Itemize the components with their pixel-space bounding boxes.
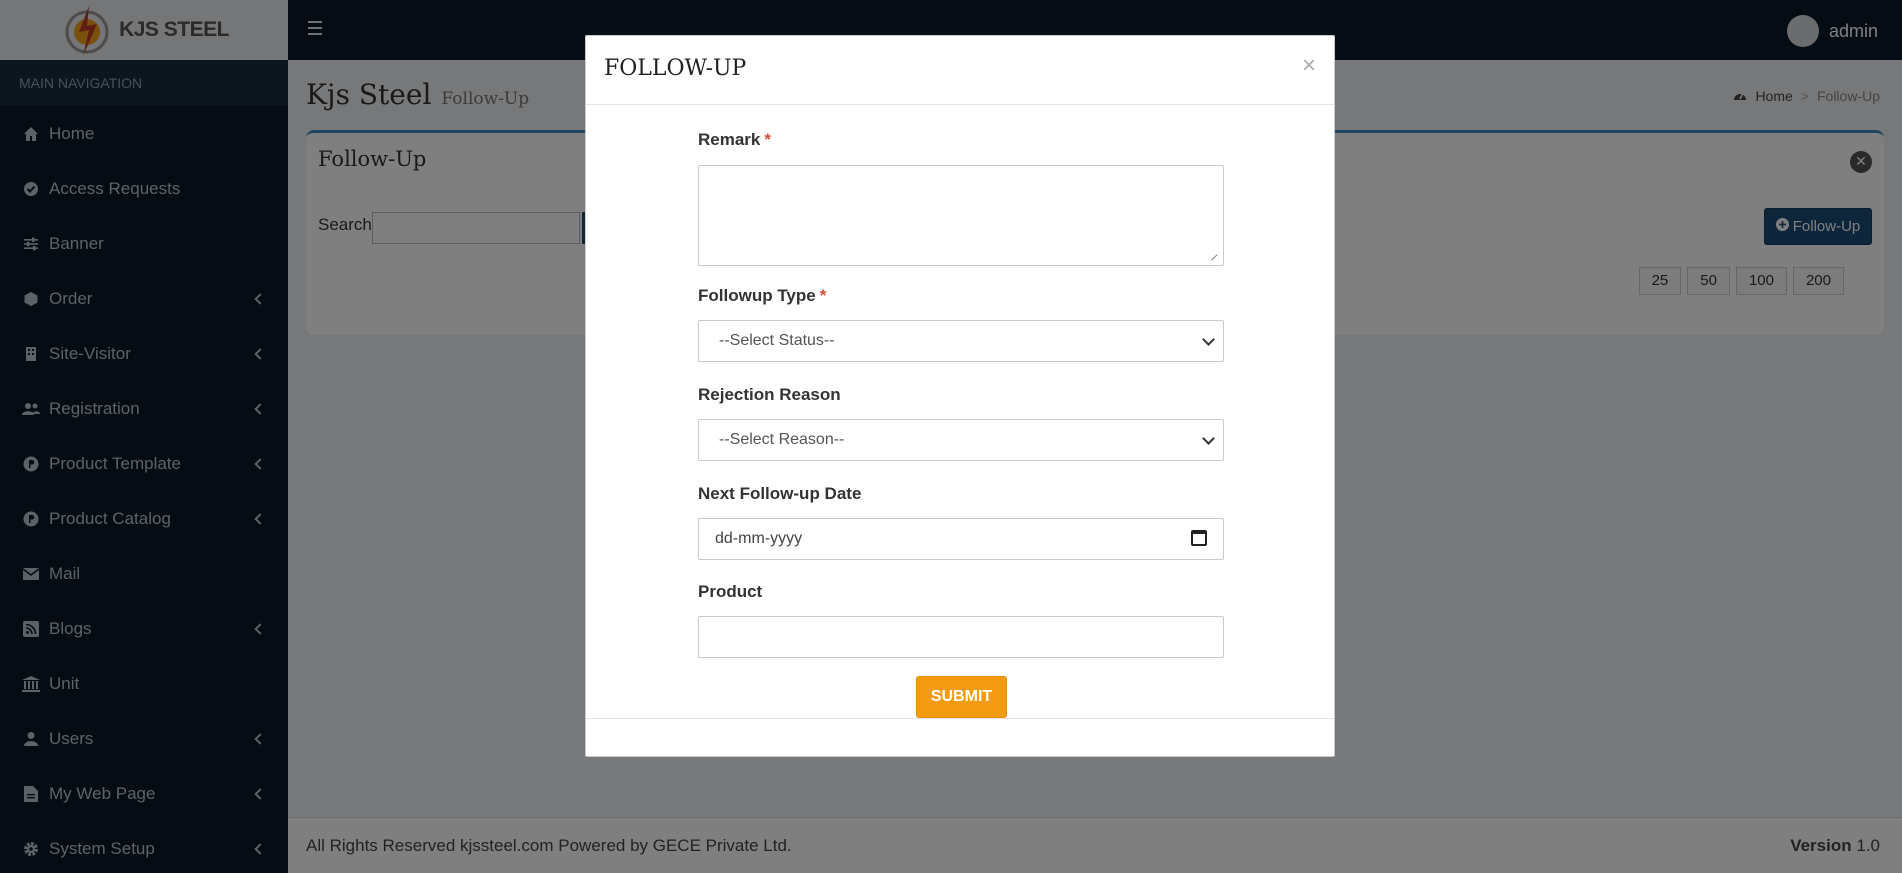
- modal-footer: [586, 718, 1334, 719]
- submit-button[interactable]: SUBMIT: [916, 676, 1007, 718]
- followup-type-label: Followup Type *: [698, 286, 826, 306]
- product-label: Product: [698, 582, 763, 601]
- followup-type-label-text: Followup Type: [698, 286, 816, 305]
- product-input[interactable]: [698, 616, 1224, 658]
- calendar-icon[interactable]: [1191, 530, 1207, 546]
- rejection-reason-selected: --Select Reason--: [719, 431, 845, 448]
- next-date-label: Next Follow-up Date: [698, 484, 862, 503]
- next-followup-date-input[interactable]: dd-mm-yyyy: [698, 518, 1224, 560]
- required-marker: *: [764, 130, 771, 149]
- followup-type-selected: --Select Status--: [719, 332, 835, 349]
- remark-textarea[interactable]: [698, 165, 1224, 266]
- followup-type-select[interactable]: --Select Status--: [698, 320, 1224, 362]
- rejection-reason-label: Rejection Reason: [698, 385, 841, 404]
- modal-title: FOLLOW-UP: [604, 56, 747, 81]
- rejection-reason-select[interactable]: --Select Reason--: [698, 419, 1224, 461]
- remark-label-text: Remark: [698, 130, 761, 149]
- remark-label: Remark *: [698, 130, 771, 150]
- follow-up-modal: FOLLOW-UP × Remark * Followup Type * --Sel…: [585, 35, 1335, 757]
- date-placeholder: dd-mm-yyyy: [715, 530, 803, 547]
- required-marker: *: [819, 286, 827, 305]
- close-icon[interactable]: ×: [1302, 52, 1316, 80]
- modal-header: FOLLOW-UP ×: [586, 36, 1334, 105]
